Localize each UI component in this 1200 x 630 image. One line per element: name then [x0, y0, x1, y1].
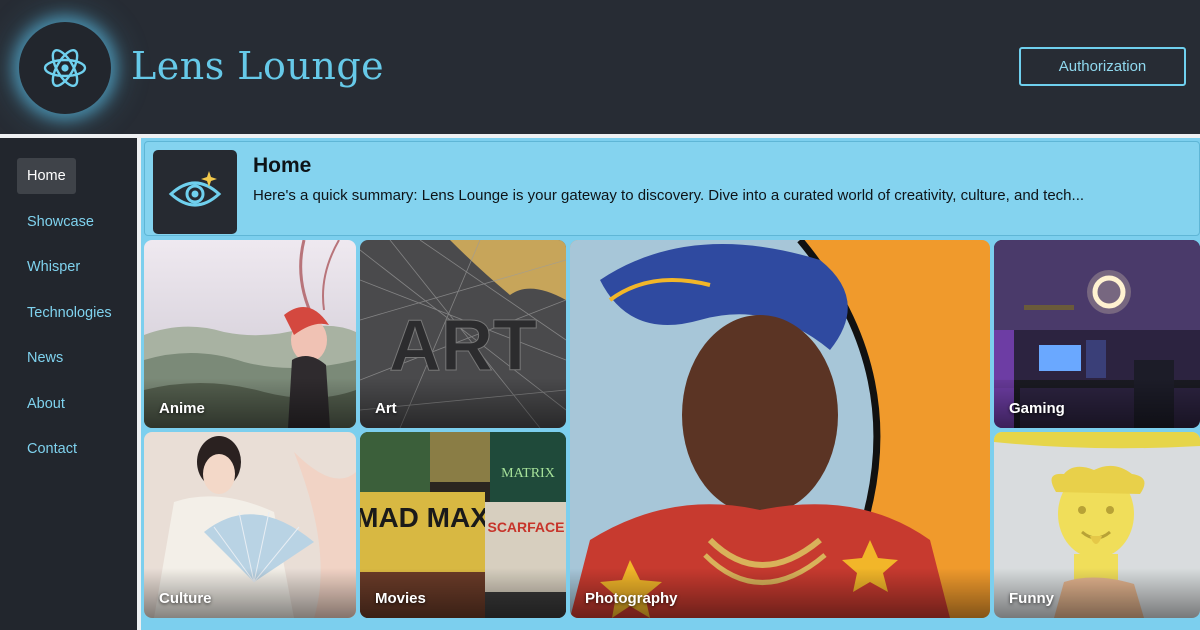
category-label-movies: Movies: [375, 590, 426, 607]
sidebar-nav: Home Showcase Whisper Technologies News …: [0, 138, 137, 630]
svg-text:ART: ART: [389, 306, 537, 386]
sidebar-item-showcase[interactable]: Showcase: [17, 204, 104, 240]
category-label-gaming: Gaming: [1009, 400, 1065, 417]
brand-name[interactable]: Lens Lounge: [131, 44, 384, 88]
sidebar-item-contact[interactable]: Contact: [17, 431, 87, 467]
category-label-funny: Funny: [1009, 590, 1054, 607]
category-tile-culture[interactable]: Culture: [144, 432, 356, 618]
svg-text:MATRIX: MATRIX: [501, 466, 555, 481]
sidebar-item-whisper[interactable]: Whisper: [17, 249, 90, 285]
category-label-anime: Anime: [159, 400, 205, 417]
main-content: Home Here's a quick summary: Lens Lounge…: [141, 138, 1200, 630]
svg-text:SCARFACE: SCARFACE: [487, 519, 564, 535]
sidebar-item-news[interactable]: News: [17, 340, 73, 376]
category-tile-gaming[interactable]: Gaming: [994, 240, 1200, 428]
category-tile-photography[interactable]: Photography: [570, 240, 990, 618]
sidebar-item-technologies[interactable]: Technologies: [17, 295, 122, 331]
category-label-culture: Culture: [159, 590, 212, 607]
page-icon: [153, 150, 237, 234]
category-tile-movies[interactable]: MATRIX MAD MAX SCARFACE Movies: [360, 432, 566, 618]
svg-text:MAD MAX: MAD MAX: [360, 502, 489, 533]
category-tile-art[interactable]: ART Art: [360, 240, 566, 428]
atom-icon: [43, 49, 87, 87]
page-summary: Here's a quick summary: Lens Lounge is y…: [253, 187, 1085, 204]
category-tile-funny[interactable]: Funny: [994, 432, 1200, 618]
photography-image: [570, 240, 990, 618]
authorization-button[interactable]: Authorization: [1019, 47, 1186, 86]
eye-sparkle-icon: [168, 171, 222, 207]
site-header: Lens Lounge Authorization: [0, 0, 1200, 134]
page-title: Home: [253, 154, 312, 177]
category-label-photography: Photography: [585, 590, 678, 607]
site-logo[interactable]: [19, 22, 111, 114]
category-tile-anime[interactable]: Anime: [144, 240, 356, 428]
sidebar-item-home[interactable]: Home: [17, 158, 76, 194]
category-label-art: Art: [375, 400, 397, 417]
sidebar-item-about[interactable]: About: [17, 386, 75, 422]
page-summary-panel: Home Here's a quick summary: Lens Lounge…: [144, 141, 1200, 236]
